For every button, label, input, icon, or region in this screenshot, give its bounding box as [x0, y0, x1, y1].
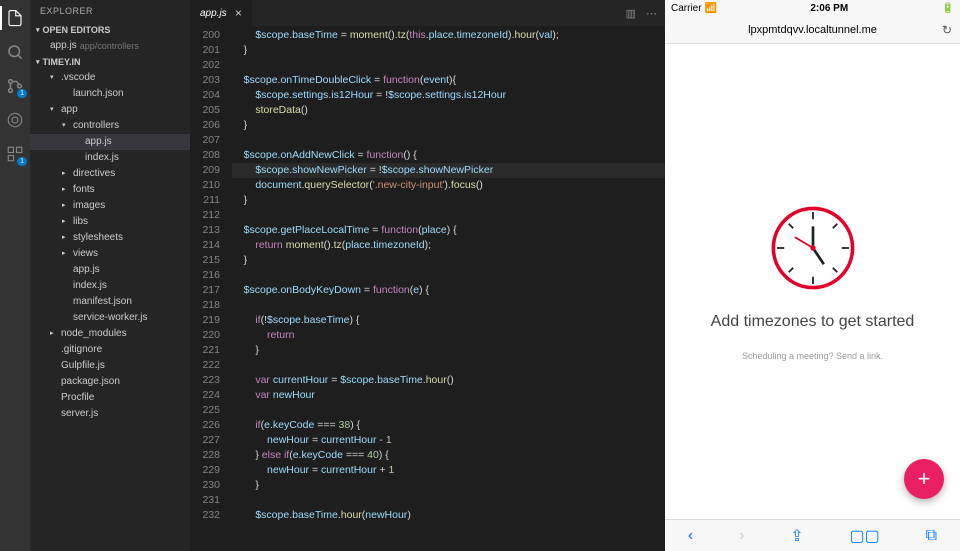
file-item[interactable]: server.js [30, 406, 190, 422]
tab-bar: app.js× ▥ ⋯ [190, 0, 665, 26]
safari-url-bar[interactable]: lpxpmtdqvv.localtunnel.me ↻ [665, 16, 960, 44]
folder-item[interactable]: ▾app [30, 102, 190, 118]
chevron-down-icon: ▾ [36, 58, 40, 66]
battery-icon: 🔋 [942, 3, 954, 14]
file-item[interactable]: app.js [30, 134, 190, 150]
add-button[interactable]: + [904, 459, 944, 499]
empty-state-heading: Add timezones to get started [711, 313, 915, 331]
more-icon[interactable]: ⋯ [646, 7, 657, 20]
sidebar-title: EXPLORER [30, 0, 190, 22]
file-item[interactable]: index.js [30, 150, 190, 166]
file-item[interactable]: package.json [30, 374, 190, 390]
folder-item[interactable]: ▸node_modules [30, 326, 190, 342]
clock-icon [768, 203, 858, 293]
close-icon[interactable]: × [235, 6, 242, 20]
activity-bar: 1 1 [0, 0, 30, 551]
folder-item[interactable]: ▸libs [30, 214, 190, 230]
wifi-icon: 📶 [705, 3, 717, 14]
open-editors-header[interactable]: ▾OPEN EDITORS [30, 22, 190, 38]
file-item[interactable]: .gitignore [30, 342, 190, 358]
extensions-icon[interactable]: 1 [5, 144, 25, 164]
ios-simulator: Carrier 📶 2:06 PM 🔋 lpxpmtdqvv.localtunn… [665, 0, 960, 551]
file-item[interactable]: launch.json [30, 86, 190, 102]
file-tree: ▾.vscodelaunch.json▾app▾controllersapp.j… [30, 70, 190, 551]
file-item[interactable]: app.js [30, 262, 190, 278]
file-item[interactable]: service-worker.js [30, 310, 190, 326]
explorer-icon[interactable] [5, 8, 25, 28]
url-text: lpxpmtdqvv.localtunnel.me [748, 24, 877, 36]
project-header[interactable]: ▾TIMEY.IN [30, 54, 190, 70]
source-control-icon[interactable]: 1 [5, 76, 25, 96]
ios-status-bar: Carrier 📶 2:06 PM 🔋 [665, 0, 960, 16]
chevron-down-icon: ▾ [36, 26, 40, 34]
empty-state-sub: Scheduling a meeting? Send a link. [742, 351, 883, 361]
code-content[interactable]: $scope.baseTime = moment().tz(this.place… [226, 26, 665, 551]
file-item[interactable]: Procfile [30, 390, 190, 406]
carrier-label: Carrier [671, 3, 702, 14]
file-item[interactable]: Gulpfile.js [30, 358, 190, 374]
folder-item[interactable]: ▸views [30, 246, 190, 262]
folder-item[interactable]: ▸stylesheets [30, 230, 190, 246]
search-icon[interactable] [5, 42, 25, 62]
file-item[interactable]: manifest.json [30, 294, 190, 310]
folder-item[interactable]: ▾controllers [30, 118, 190, 134]
reload-icon[interactable]: ↻ [942, 23, 952, 37]
editor: app.js× ▥ ⋯ 2002012022032042052062072082… [190, 0, 665, 551]
debug-icon[interactable] [5, 110, 25, 130]
folder-item[interactable]: ▸directives [30, 166, 190, 182]
editor-actions: ▥ ⋯ [618, 0, 665, 26]
tabs-icon[interactable]: ⧉ [926, 527, 937, 545]
tab-app-js[interactable]: app.js× [190, 0, 252, 26]
code-area[interactable]: 2002012022032042052062072082092102112122… [190, 26, 665, 551]
status-time: 2:06 PM [810, 3, 848, 14]
sidebar: EXPLORER ▾OPEN EDITORS app.js app/contro… [30, 0, 190, 551]
vscode-window: 1 1 EXPLORER ▾OPEN EDITORS app.js app/co… [0, 0, 665, 551]
bookmarks-icon[interactable]: ▢▢ [850, 526, 880, 546]
safari-toolbar: ‹ › ⇪ ▢▢ ⧉ [665, 519, 960, 551]
forward-icon[interactable]: › [739, 527, 744, 545]
folder-item[interactable]: ▸fonts [30, 182, 190, 198]
page-content: Add timezones to get started Scheduling … [665, 44, 960, 519]
open-editor-item[interactable]: app.js app/controllers [30, 38, 190, 54]
folder-item[interactable]: ▾.vscode [30, 70, 190, 86]
file-item[interactable]: index.js [30, 278, 190, 294]
share-icon[interactable]: ⇪ [790, 526, 803, 546]
split-editor-icon[interactable]: ▥ [626, 7, 636, 20]
line-numbers: 2002012022032042052062072082092102112122… [190, 26, 226, 551]
folder-item[interactable]: ▸images [30, 198, 190, 214]
back-icon[interactable]: ‹ [688, 527, 693, 545]
